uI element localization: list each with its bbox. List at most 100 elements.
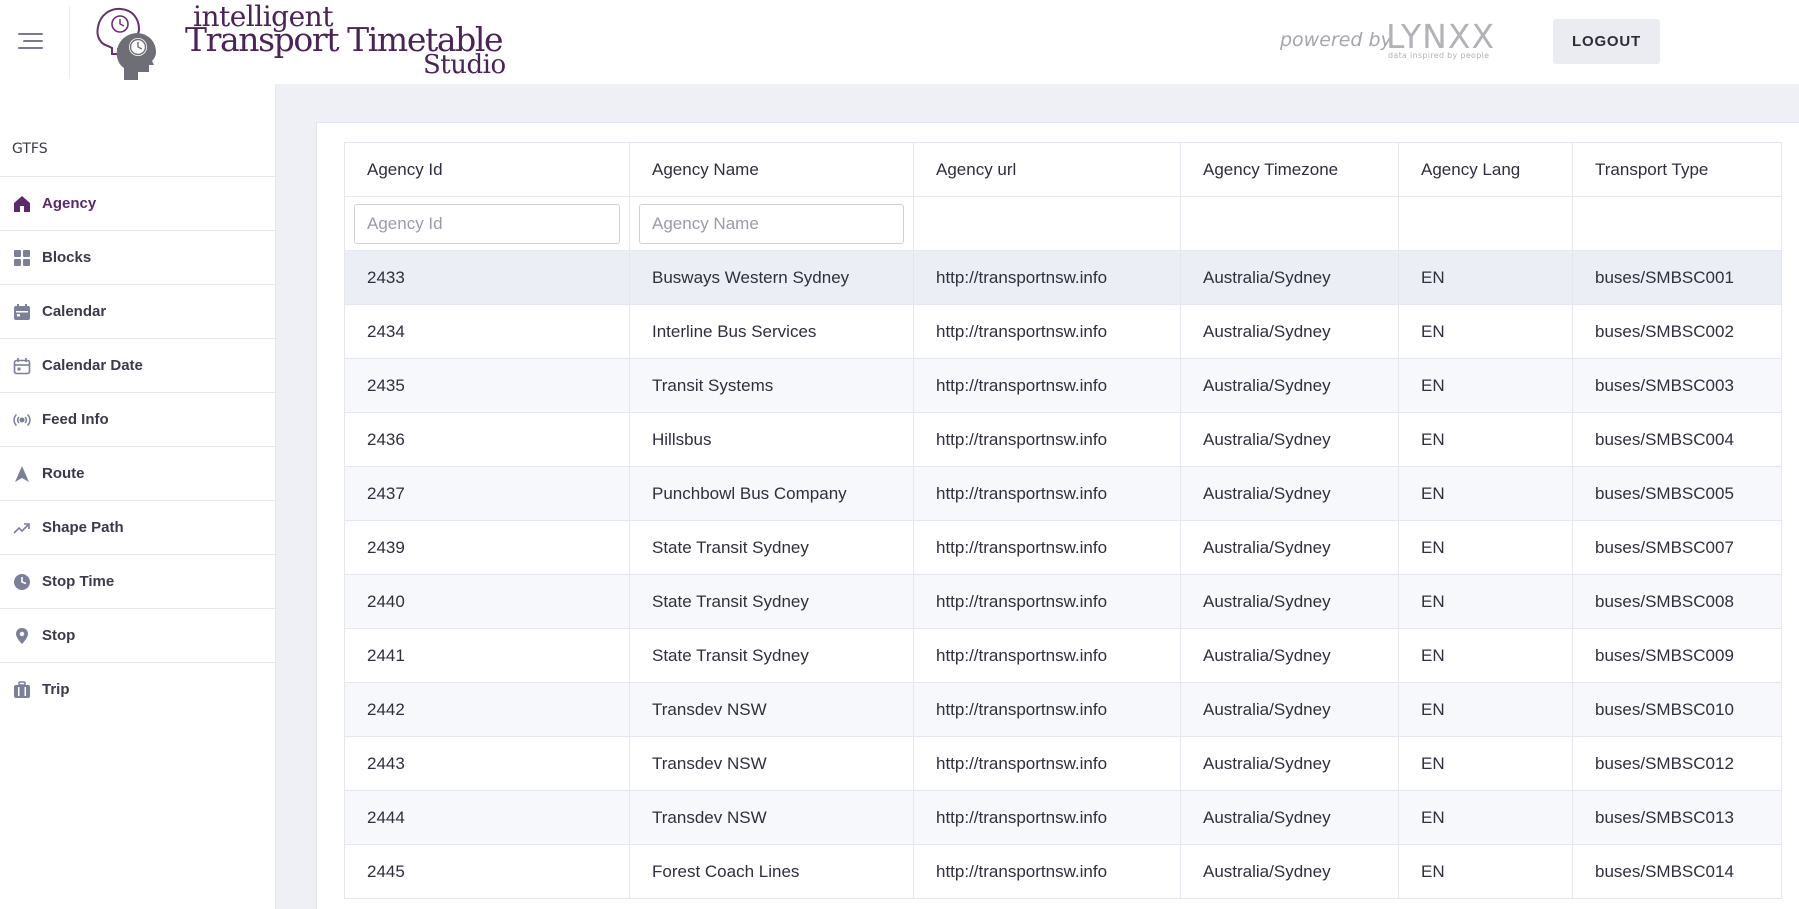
- app-logo-heads-icon: [96, 7, 156, 80]
- sidebar-item-label: Shape Path: [42, 519, 124, 536]
- table-row[interactable]: 2442 Transdev NSW http://transportnsw.info…: [344, 682, 1782, 737]
- sidebar-item-stop[interactable]: Stop: [0, 608, 276, 662]
- cell-transport-type: buses/SMBSC008: [1572, 574, 1782, 629]
- sidebar-item-trip[interactable]: Trip: [0, 662, 276, 716]
- table-row[interactable]: 2436 Hillsbus http://transportnsw.info Aust…: [344, 412, 1782, 467]
- table-row[interactable]: 2444 Transdev NSW http://transportnsw.info…: [344, 790, 1782, 845]
- hamburger-menu-icon[interactable]: [18, 31, 45, 51]
- cell-agency-name: State Transit Sydney: [629, 628, 914, 683]
- table-filter-row: [344, 196, 1782, 251]
- table-row[interactable]: 2434 Interline Bus Services http://transpo…: [344, 304, 1782, 359]
- cell-agency-lang: EN: [1398, 520, 1573, 575]
- cell-agency-timezone: Australia/Sydney: [1180, 250, 1399, 305]
- cell-agency-timezone: Australia/Sydney: [1180, 628, 1399, 683]
- home-icon: [13, 195, 31, 213]
- cell-agency-url: http://transportnsw.info: [913, 250, 1181, 305]
- cell-agency-id: 2434: [344, 304, 630, 359]
- cell-agency-lang: EN: [1398, 736, 1573, 791]
- cell-agency-name: Interline Bus Services: [629, 304, 914, 359]
- agency-table-card: Agency Id Agency Name Agency url Agency …: [316, 122, 1799, 909]
- filter-cell-empty: [1572, 196, 1782, 251]
- column-header-agency-url[interactable]: Agency url: [913, 142, 1181, 197]
- sidebar-item-stop-time[interactable]: Stop Time: [0, 554, 276, 608]
- agency-id-filter-input[interactable]: [354, 203, 620, 244]
- cell-transport-type: buses/SMBSC004: [1572, 412, 1782, 467]
- sidebar-item-agency[interactable]: Agency: [0, 176, 276, 230]
- logout-button[interactable]: LOGOUT: [1553, 19, 1660, 64]
- table-row[interactable]: 2433 Busways Western Sydney http://transpo…: [344, 250, 1782, 305]
- agency-table: Agency Id Agency Name Agency url Agency …: [344, 142, 1782, 899]
- filter-cell-agency-id: [344, 196, 630, 251]
- sidebar-item-label: Stop: [42, 627, 76, 644]
- cell-agency-name: Transdev NSW: [629, 790, 914, 845]
- table-row[interactable]: 2440 State Transit Sydney http://transport…: [344, 574, 1782, 629]
- cell-agency-url: http://transportnsw.info: [913, 736, 1181, 791]
- cell-agency-timezone: Australia/Sydney: [1180, 736, 1399, 791]
- cell-agency-url: http://transportnsw.info: [913, 628, 1181, 683]
- cell-agency-timezone: Australia/Sydney: [1180, 358, 1399, 413]
- calendar-outline-icon: [13, 357, 31, 375]
- cell-agency-timezone: Australia/Sydney: [1180, 844, 1399, 899]
- header-divider: [69, 6, 70, 78]
- cell-agency-id: 2440: [344, 574, 630, 629]
- table-row[interactable]: 2441 State Transit Sydney http://transport…: [344, 628, 1782, 683]
- cell-agency-url: http://transportnsw.info: [913, 844, 1181, 899]
- cell-agency-id: 2436: [344, 412, 630, 467]
- cell-agency-id: 2441: [344, 628, 630, 683]
- sidebar-item-calendar-date[interactable]: Calendar Date: [0, 338, 276, 392]
- table-header-row: Agency Id Agency Name Agency url Agency …: [344, 142, 1782, 197]
- table-row[interactable]: 2435 Transit Systems http://transportnsw.i…: [344, 358, 1782, 413]
- cell-agency-name: Transdev NSW: [629, 736, 914, 791]
- table-row[interactable]: 2437 Punchbowl Bus Company http://transpor…: [344, 466, 1782, 521]
- table-row[interactable]: 2439 State Transit Sydney http://transport…: [344, 520, 1782, 575]
- cell-transport-type: buses/SMBSC003: [1572, 358, 1782, 413]
- sidebar-item-label: Calendar Date: [42, 357, 143, 374]
- cell-transport-type: buses/SMBSC014: [1572, 844, 1782, 899]
- clock-icon: [13, 573, 31, 591]
- main-content: Agency Id Agency Name Agency url Agency …: [276, 84, 1799, 909]
- cell-agency-id: 2442: [344, 682, 630, 737]
- sidebar-item-shape-path[interactable]: Shape Path: [0, 500, 276, 554]
- cell-agency-timezone: Australia/Sydney: [1180, 790, 1399, 845]
- column-header-agency-id[interactable]: Agency Id: [344, 142, 630, 197]
- sidebar-item-label: Agency: [42, 195, 97, 212]
- sidebar-item-route[interactable]: Route: [0, 446, 276, 500]
- cell-agency-lang: EN: [1398, 574, 1573, 629]
- sidebar-item-calendar[interactable]: Calendar: [0, 284, 276, 338]
- column-header-agency-lang[interactable]: Agency Lang: [1398, 142, 1573, 197]
- cell-agency-url: http://transportnsw.info: [913, 412, 1181, 467]
- cell-transport-type: buses/SMBSC012: [1572, 736, 1782, 791]
- cell-agency-timezone: Australia/Sydney: [1180, 466, 1399, 521]
- column-header-transport-type[interactable]: Transport Type: [1572, 142, 1782, 197]
- partner-logo: LYNXX data inspired by people: [1386, 17, 1494, 62]
- filter-cell-empty: [1180, 196, 1399, 251]
- table-row[interactable]: 2443 Transdev NSW http://transportnsw.info…: [344, 736, 1782, 791]
- cell-agency-lang: EN: [1398, 250, 1573, 305]
- cell-transport-type: buses/SMBSC010: [1572, 682, 1782, 737]
- column-header-agency-timezone[interactable]: Agency Timezone: [1180, 142, 1399, 197]
- sidebar-item-feed-info[interactable]: Feed Info: [0, 392, 276, 446]
- cell-agency-url: http://transportnsw.info: [913, 574, 1181, 629]
- powered-by-label: powered by: [1280, 29, 1392, 51]
- cell-agency-url: http://transportnsw.info: [913, 682, 1181, 737]
- agency-name-filter-input[interactable]: [639, 203, 904, 244]
- cell-agency-name: Hillsbus: [629, 412, 914, 467]
- partner-logo-tagline: data inspired by people: [1388, 51, 1490, 60]
- cell-transport-type: buses/SMBSC002: [1572, 304, 1782, 359]
- sidebar-item-label: Calendar: [42, 303, 107, 320]
- cell-transport-type: buses/SMBSC009: [1572, 628, 1782, 683]
- cell-agency-name: State Transit Sydney: [629, 520, 914, 575]
- map-pin-icon: [13, 627, 31, 645]
- cell-agency-url: http://transportnsw.info: [913, 304, 1181, 359]
- sidebar-nav: Agency Blocks Calendar Calendar Date Fee: [0, 176, 276, 716]
- column-header-agency-name[interactable]: Agency Name: [629, 142, 914, 197]
- cell-transport-type: buses/SMBSC013: [1572, 790, 1782, 845]
- filter-cell-empty: [1398, 196, 1573, 251]
- sidebar-item-label: Route: [42, 465, 85, 482]
- table-row[interactable]: 2445 Forest Coach Lines http://transportns…: [344, 844, 1782, 899]
- cell-agency-url: http://transportnsw.info: [913, 790, 1181, 845]
- cell-agency-id: 2439: [344, 520, 630, 575]
- filter-cell-agency-name: [629, 196, 914, 251]
- sidebar-item-blocks[interactable]: Blocks: [0, 230, 276, 284]
- cell-agency-timezone: Australia/Sydney: [1180, 412, 1399, 467]
